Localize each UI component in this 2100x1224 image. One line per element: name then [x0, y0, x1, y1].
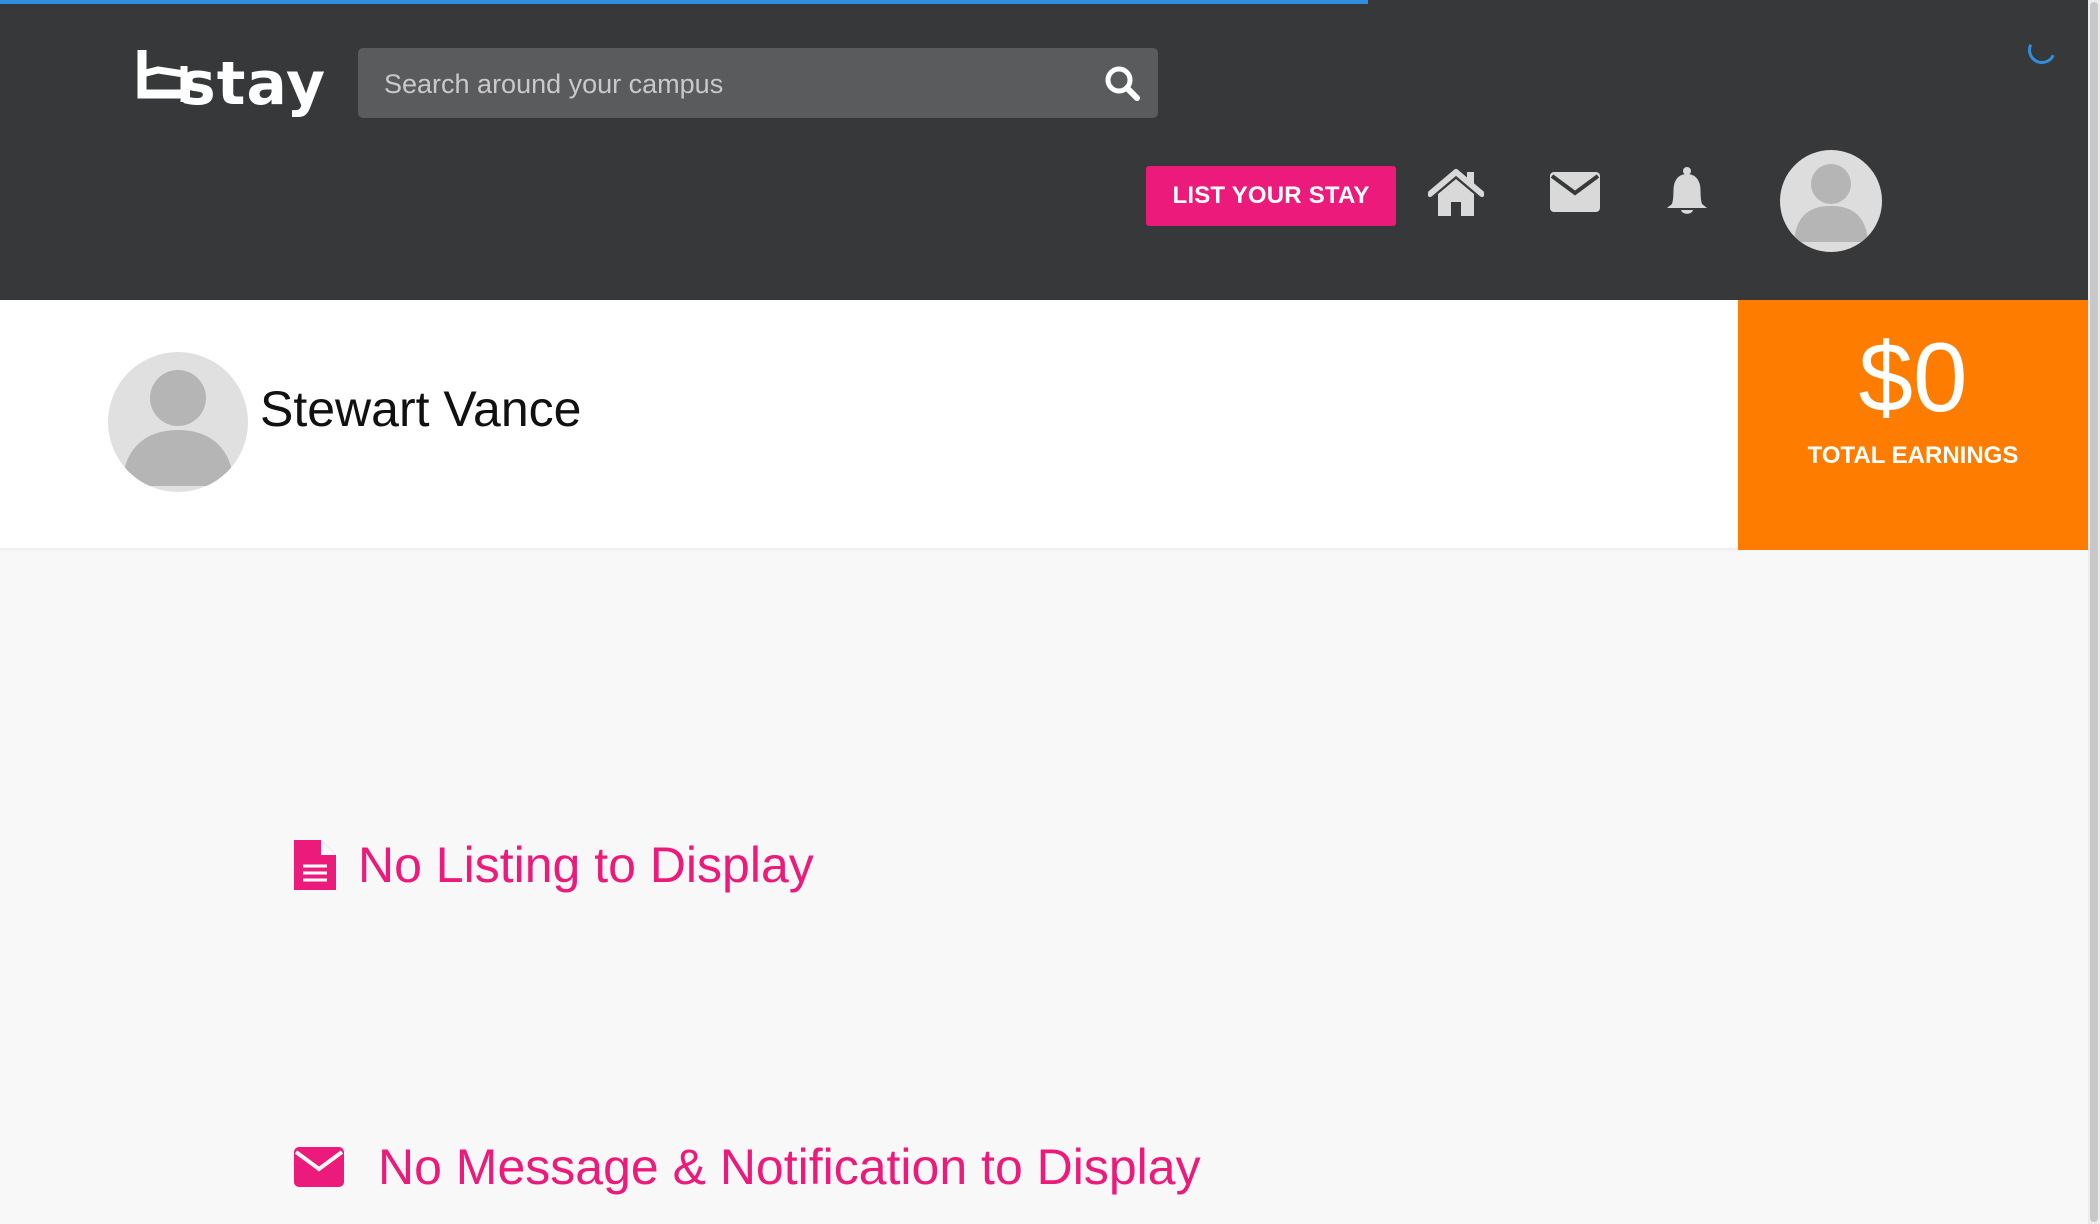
logo-text: stay — [180, 49, 327, 119]
total-earnings-card: $0 TOTAL EARNINGS — [1738, 300, 2088, 550]
envelope-icon — [294, 1147, 344, 1187]
search-input[interactable] — [382, 48, 1086, 120]
no-messages-text: No Message & Notification to Display — [378, 1139, 1201, 1195]
scrollbar-thumb[interactable] — [2090, 2, 2098, 1222]
user-name: Stewart Vance — [260, 381, 582, 437]
notifications-button[interactable] — [1664, 166, 1710, 216]
avatar-icon — [122, 370, 234, 486]
earnings-label: TOTAL EARNINGS — [1807, 442, 2019, 469]
list-your-stay-button[interactable]: LIST YOUR STAY — [1146, 166, 1396, 226]
no-listing-message: No Listing to Display — [294, 836, 814, 894]
no-listing-text: No Listing to Display — [358, 837, 814, 893]
search-bar — [358, 48, 1158, 120]
page-load-progress-bar — [0, 0, 1368, 4]
top-navbar: stay LIST YOUR STAY — [0, 0, 2088, 300]
messages-button[interactable] — [1550, 172, 1600, 212]
search-icon — [1105, 66, 1140, 101]
loading-spinner-icon — [2024, 32, 2060, 68]
profile-avatar — [108, 352, 248, 492]
mail-icon — [1550, 172, 1600, 212]
no-messages-message: No Message & Notification to Display — [294, 1138, 1201, 1196]
profile-header: Stewart Vance — [0, 300, 1740, 548]
home-button[interactable] — [1427, 168, 1485, 218]
earnings-value: $0 — [1858, 322, 1968, 432]
avatar-icon — [1794, 164, 1868, 242]
document-icon — [294, 840, 336, 890]
vertical-scrollbar[interactable] — [2088, 0, 2100, 1224]
hstay-logo[interactable]: stay — [134, 50, 325, 120]
home-icon — [1427, 169, 1485, 216]
user-avatar-menu[interactable] — [1780, 150, 1882, 252]
bell-icon — [1667, 167, 1707, 214]
search-button[interactable] — [1100, 61, 1146, 107]
